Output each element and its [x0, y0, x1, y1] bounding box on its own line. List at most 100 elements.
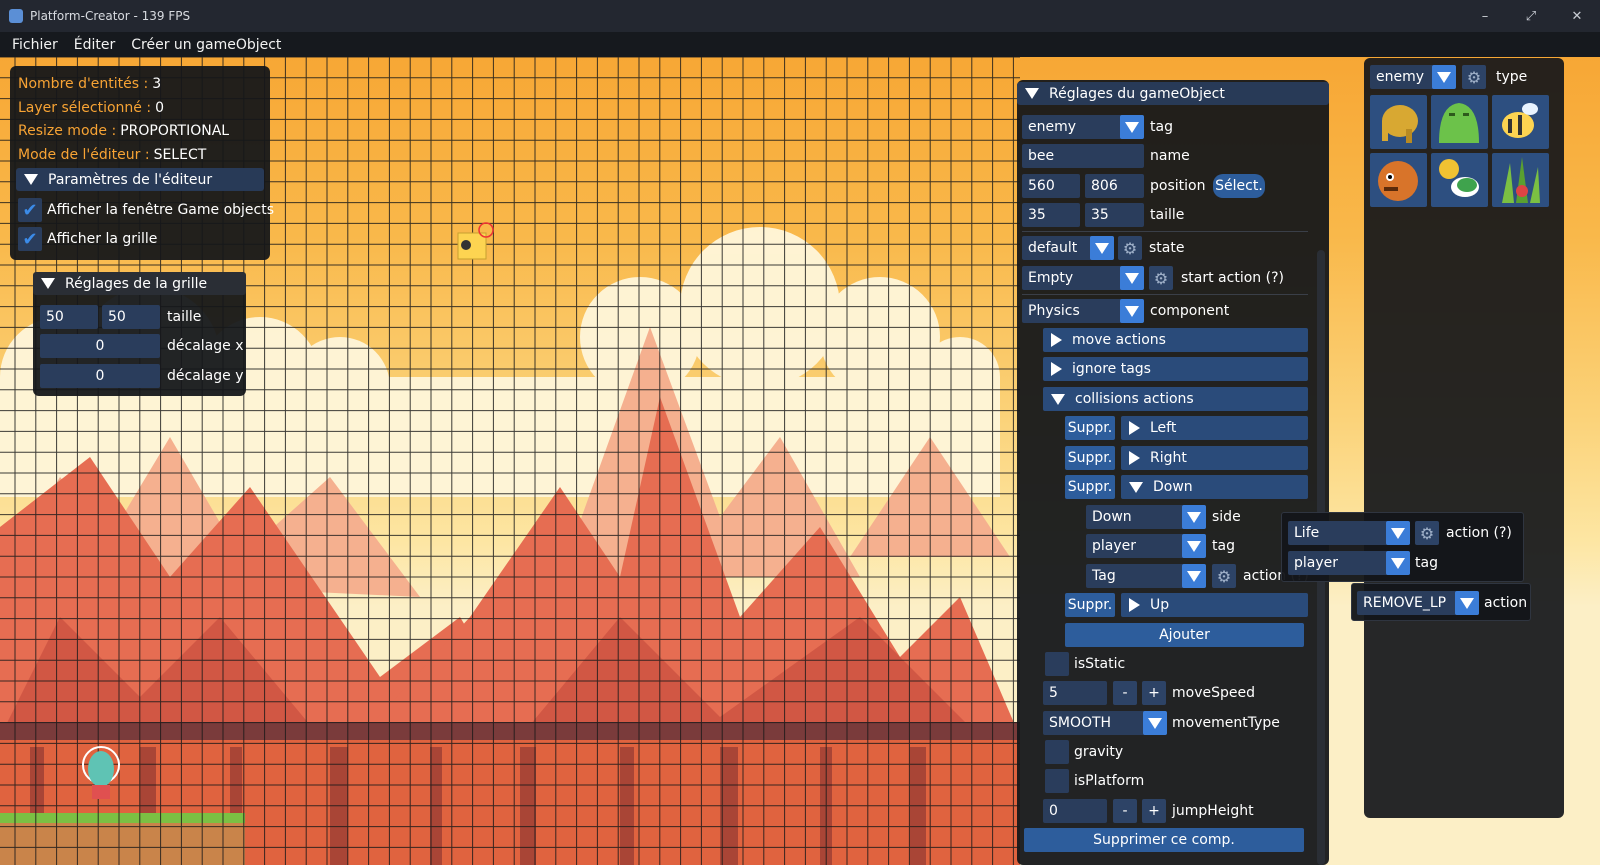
- dropdown-arrow-icon[interactable]: [1386, 551, 1410, 575]
- gravity-label: gravity: [1074, 744, 1124, 760]
- down-action-combo[interactable]: Tag: [1086, 564, 1206, 588]
- move-speed-input[interactable]: 5: [1043, 681, 1107, 705]
- entities-label: Nombre d'entités :: [18, 76, 149, 92]
- expand-icon: [1051, 333, 1062, 347]
- delete-right-button[interactable]: Suppr.: [1065, 446, 1115, 470]
- layer-label: Layer sélectionné :: [18, 100, 152, 116]
- dropdown-arrow-icon[interactable]: [1182, 534, 1206, 558]
- size-width-input[interactable]: 35: [1022, 203, 1080, 227]
- grid-size-label: taille: [167, 309, 202, 325]
- tag-combo-value: enemy: [1028, 119, 1077, 135]
- component-label: component: [1150, 303, 1230, 319]
- life-action-value: REMOVE_LP: [1363, 595, 1447, 611]
- bee-icon: [1502, 103, 1538, 138]
- is-static-checkbox[interactable]: [1045, 652, 1069, 676]
- gear-icon[interactable]: ⚙: [1462, 65, 1486, 89]
- move-speed-plus-button[interactable]: +: [1142, 681, 1166, 705]
- gear-icon[interactable]: ⚙: [1118, 236, 1142, 260]
- grid-offset-y-input[interactable]: 0: [40, 364, 160, 388]
- grid-settings-header[interactable]: Réglages de la grille: [33, 272, 246, 295]
- window-title: Platform-Creator - 139 FPS: [30, 9, 191, 23]
- dropdown-arrow-icon[interactable]: [1182, 564, 1206, 588]
- size-height-input[interactable]: 35: [1085, 203, 1144, 227]
- jump-height-input[interactable]: 0: [1043, 799, 1107, 823]
- menu-create-gameobject[interactable]: Créer un gameObject: [131, 37, 281, 53]
- editor-params-header[interactable]: Paramètres de l'éditeur: [16, 168, 264, 191]
- side-up-header[interactable]: Up: [1121, 593, 1308, 617]
- hedgehog-sprite-thumb[interactable]: [1370, 153, 1427, 207]
- state-combo[interactable]: default: [1022, 236, 1114, 260]
- down-tag-combo[interactable]: player: [1086, 534, 1206, 558]
- popup-tag-combo[interactable]: player: [1288, 551, 1410, 575]
- jump-height-plus-button[interactable]: +: [1142, 799, 1166, 823]
- elephant-sprite-thumb[interactable]: [1370, 95, 1427, 149]
- plant-icon: [1502, 157, 1540, 203]
- popup-action-combo[interactable]: Life: [1288, 521, 1410, 545]
- dropdown-arrow-icon[interactable]: [1455, 591, 1479, 615]
- collapse-icon: [1051, 393, 1065, 405]
- menu-edit[interactable]: Éditer: [74, 37, 115, 53]
- close-button[interactable]: ✕: [1554, 0, 1600, 32]
- gravity-checkbox[interactable]: [1045, 740, 1069, 764]
- position-label: position: [1150, 178, 1206, 194]
- dropdown-arrow-icon[interactable]: [1432, 65, 1456, 89]
- movement-type-combo[interactable]: SMOOTH: [1043, 711, 1167, 735]
- gameobject-settings-header[interactable]: Réglages du gameObject: [1017, 82, 1329, 105]
- type-combo[interactable]: enemy: [1370, 65, 1456, 89]
- grid-size-width-input[interactable]: 50: [40, 305, 98, 329]
- is-platform-checkbox[interactable]: [1045, 769, 1069, 793]
- down-side-combo[interactable]: Down: [1086, 505, 1206, 529]
- grid-size-height-input[interactable]: 50: [102, 305, 160, 329]
- show-grid-checkbox[interactable]: ✔: [18, 227, 42, 251]
- start-action-combo[interactable]: Empty: [1022, 266, 1144, 290]
- bee-sprite-thumb[interactable]: [1492, 95, 1549, 149]
- gear-icon[interactable]: ⚙: [1149, 266, 1173, 290]
- jump-height-minus-button[interactable]: -: [1113, 799, 1137, 823]
- grid-offset-x-label: décalage x: [167, 338, 244, 354]
- side-left-header[interactable]: Left: [1121, 416, 1308, 440]
- plant-sprite-thumb[interactable]: [1492, 153, 1549, 207]
- add-collision-button[interactable]: Ajouter: [1065, 623, 1304, 647]
- position-y-input[interactable]: 806: [1085, 174, 1144, 198]
- dropdown-arrow-icon[interactable]: [1386, 521, 1410, 545]
- slime-sprite-thumb[interactable]: [1431, 95, 1488, 149]
- side-down-header[interactable]: Down: [1121, 475, 1308, 499]
- delete-component-button[interactable]: Supprimer ce comp.: [1024, 828, 1304, 852]
- collisions-actions-header[interactable]: collisions actions: [1043, 387, 1308, 411]
- component-combo[interactable]: Physics: [1022, 299, 1144, 323]
- side-right-header[interactable]: Right: [1121, 446, 1308, 470]
- dropdown-arrow-icon[interactable]: [1120, 115, 1144, 139]
- move-speed-minus-button[interactable]: -: [1113, 681, 1137, 705]
- move-actions-header[interactable]: move actions: [1043, 328, 1308, 352]
- select-position-button[interactable]: Sélect.: [1213, 174, 1265, 198]
- delete-left-button[interactable]: Suppr.: [1065, 416, 1115, 440]
- ignore-tags-header[interactable]: ignore tags: [1043, 357, 1308, 381]
- delete-up-button[interactable]: Suppr.: [1065, 593, 1115, 617]
- movement-type-value: SMOOTH: [1049, 715, 1112, 731]
- turtle-sprite-thumb[interactable]: [1431, 153, 1488, 207]
- position-x-input[interactable]: 560: [1022, 174, 1080, 198]
- delete-down-button[interactable]: Suppr.: [1065, 475, 1115, 499]
- show-gameobjects-checkbox[interactable]: ✔: [18, 198, 42, 222]
- grid-settings-title: Réglages de la grille: [65, 275, 208, 292]
- life-action-combo[interactable]: REMOVE_LP: [1357, 591, 1479, 615]
- gear-icon[interactable]: ⚙: [1415, 521, 1439, 545]
- mode-value: SELECT: [153, 147, 207, 163]
- slime-icon: [1439, 103, 1479, 143]
- gear-icon[interactable]: ⚙: [1212, 564, 1236, 588]
- dropdown-arrow-icon[interactable]: [1120, 299, 1144, 323]
- menu-file[interactable]: Fichier: [12, 37, 58, 53]
- name-input[interactable]: bee: [1022, 144, 1144, 168]
- dropdown-arrow-icon[interactable]: [1143, 711, 1167, 735]
- gameobject-types-panel: enemy ⚙ type: [1364, 58, 1564, 818]
- maximize-button[interactable]: ⤢: [1508, 0, 1554, 32]
- grid-offset-x-input[interactable]: 0: [40, 334, 160, 358]
- minimize-button[interactable]: –: [1462, 0, 1508, 32]
- type-label: type: [1496, 69, 1528, 85]
- tag-combo[interactable]: enemy: [1022, 115, 1144, 139]
- dropdown-arrow-icon[interactable]: [1182, 505, 1206, 529]
- dropdown-arrow-icon[interactable]: [1090, 236, 1114, 260]
- dropdown-arrow-icon[interactable]: [1120, 266, 1144, 290]
- size-label: taille: [1150, 207, 1185, 223]
- hedgehog-icon: [1378, 161, 1418, 201]
